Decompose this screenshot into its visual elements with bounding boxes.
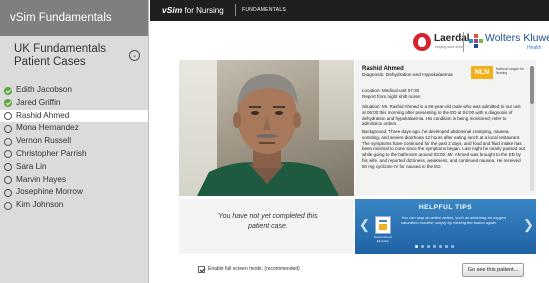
radio-circle-icon xyxy=(4,163,12,172)
chevron-down-icon[interactable]: ⌄ xyxy=(129,50,140,61)
radio-circle-icon xyxy=(4,176,12,185)
wolters-kluwer-sub: Health xyxy=(527,45,542,51)
case-item-jared-griffin[interactable]: Jared Griffin xyxy=(0,97,148,110)
case-item-label: Vernon Russell xyxy=(16,136,72,146)
topbar-divider xyxy=(235,4,236,16)
case-sidebar: vSim Fundamentals UK Fundamentals Patien… xyxy=(0,0,149,283)
book-caption: Rashid Ahmed Education xyxy=(373,235,393,243)
background-text: Background: Three days ago, he developed… xyxy=(362,129,525,169)
radio-circle-icon xyxy=(4,137,12,146)
radio-circle-icon xyxy=(4,124,12,133)
wolters-kluwer-name: Wolters Kluwer xyxy=(485,32,549,44)
course-title: UK Fundamentals Patient Cases xyxy=(14,43,107,68)
case-item-sara-lin[interactable]: Sara Lin xyxy=(0,161,148,174)
pagination-dot[interactable] xyxy=(445,245,448,248)
laerdal-name: Laerdal xyxy=(434,33,470,44)
case-item-mona-hernandez[interactable]: Mona Hernandez xyxy=(0,122,148,135)
patient-info-panel: Rashid Ahmed Diagnosis: Dehydration and … xyxy=(355,60,536,196)
laerdal-tagline: helping save lives xyxy=(435,45,463,49)
app-title: vSim Fundamentals xyxy=(0,0,148,36)
radio-circle-icon xyxy=(4,188,12,197)
module-name: FUNDAMENTALS xyxy=(242,7,287,13)
patient-portrait xyxy=(197,74,339,196)
nln-logo: NLN xyxy=(471,66,493,79)
top-bar: vSim for Nursing FUNDAMENTALS xyxy=(150,0,549,21)
tips-pagination xyxy=(415,245,454,248)
case-item-label: Kim Johnson xyxy=(16,200,64,210)
fullscreen-label: Enable full screen mode. (recommended) xyxy=(208,266,300,272)
case-item-vernon-russell[interactable]: Vernon Russell xyxy=(0,135,148,148)
patient-location: Location: Medical unit 07:30 Report from… xyxy=(362,88,421,100)
nln-tagline: National League for Nursing xyxy=(496,67,524,75)
radio-circle-icon xyxy=(4,201,12,210)
laerdal-icon xyxy=(413,33,431,51)
go-see-patient-button[interactable]: Go see this patient... xyxy=(462,263,524,277)
info-scrollbar[interactable] xyxy=(530,66,534,191)
patient-diagnosis: Diagnosis: Dehydration and Hypokalaemia xyxy=(362,73,453,78)
case-list: Edith Jacobson Jared Griffin Rashid Ahme… xyxy=(0,84,148,212)
case-item-label: Christopher Parrish xyxy=(16,148,87,158)
product-name: vSim for Nursing xyxy=(162,5,224,15)
pagination-dot[interactable] xyxy=(433,245,436,248)
pagination-dot[interactable] xyxy=(451,245,454,248)
scrollbar-thumb[interactable] xyxy=(530,66,534,104)
completed-check-icon xyxy=(4,86,12,95)
case-item-label: Jared Griffin xyxy=(16,97,61,107)
tips-heading: HELPFUL TIPS xyxy=(418,204,473,211)
case-item-label: Josephine Morrow xyxy=(16,187,83,197)
pagination-dot[interactable] xyxy=(427,245,430,248)
course-header[interactable]: UK Fundamentals Patient Cases ⌄ xyxy=(0,36,148,84)
patient-photo xyxy=(179,60,354,196)
book-icon xyxy=(375,216,391,234)
case-item-label: Marvin Hayes xyxy=(16,174,67,184)
chevron-right-icon[interactable]: ❯ xyxy=(523,217,534,233)
situation-text: Situation: Mr. Rashid Ahmed is a 50-year… xyxy=(362,104,521,127)
pagination-dot[interactable] xyxy=(439,245,442,248)
case-item-label: Mona Hernandez xyxy=(16,123,79,133)
case-item-christopher-parrish[interactable]: Christopher Parrish xyxy=(0,148,148,161)
tip-text: You can stop an active action, such as a… xyxy=(401,215,506,225)
radio-circle-icon xyxy=(4,150,12,159)
case-status-box: You have not yet completed this patient … xyxy=(179,199,354,254)
fullscreen-checkbox[interactable] xyxy=(198,266,205,273)
report-text: Report from night shift nurse: xyxy=(362,94,422,99)
pagination-dot[interactable] xyxy=(421,245,424,248)
pagination-dot[interactable] xyxy=(415,245,418,248)
helpful-tips-panel: HELPFUL TIPS ❮ ❯ Rashid Ahmed Education … xyxy=(355,199,536,254)
chevron-left-icon[interactable]: ❮ xyxy=(359,217,370,233)
status-message: You have not yet completed this patient … xyxy=(218,213,318,230)
case-item-rashid-ahmed[interactable]: Rashid Ahmed xyxy=(0,109,148,123)
case-item-marvin-hayes[interactable]: Marvin Hayes xyxy=(0,174,148,187)
case-item-kim-johnson[interactable]: Kim Johnson xyxy=(0,199,148,212)
case-item-josephine-morrow[interactable]: Josephine Morrow xyxy=(0,186,148,199)
radio-circle-icon xyxy=(4,112,12,121)
case-item-edith-jacobson[interactable]: Edith Jacobson xyxy=(0,84,148,97)
patient-name: Rashid Ahmed xyxy=(362,66,404,72)
case-item-label: Rashid Ahmed xyxy=(16,110,70,120)
product-prefix: vSim xyxy=(162,5,183,15)
completed-check-icon xyxy=(4,99,12,108)
wolters-kluwer-icon xyxy=(469,34,483,48)
case-item-label: Edith Jacobson xyxy=(16,85,72,94)
logo-divider xyxy=(463,32,464,52)
product-suffix: for Nursing xyxy=(184,6,224,15)
case-item-label: Sara Lin xyxy=(16,161,47,171)
